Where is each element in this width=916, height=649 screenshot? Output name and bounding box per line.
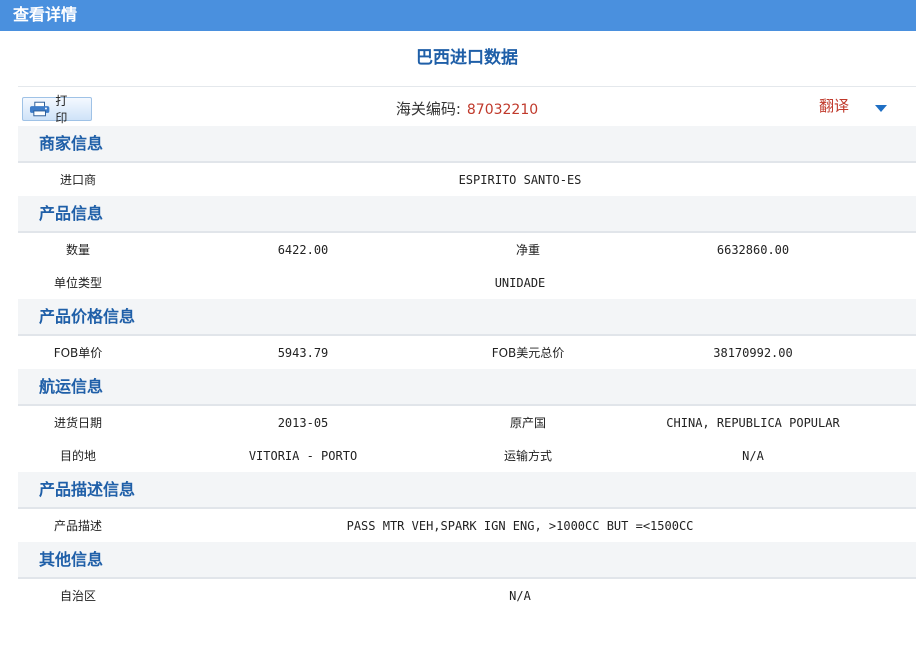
table-row: 进口商 ESPIRITO SANTO-ES bbox=[18, 163, 916, 196]
table-row: 单位类型 UNIDADE bbox=[18, 266, 916, 299]
fob-unit-value: 5943.79 bbox=[277, 346, 329, 360]
unit-type-value: UNIDADE bbox=[494, 276, 546, 290]
import-date-label: 进货日期 bbox=[53, 416, 102, 430]
translate-link[interactable]: 翻译 bbox=[819, 95, 849, 116]
transport-mode-label: 运输方式 bbox=[503, 449, 552, 463]
section-shipping-header: 航运信息 bbox=[18, 369, 916, 406]
table-row: 自治区 N/A bbox=[18, 579, 916, 612]
fob-total-value: 38170992.00 bbox=[713, 346, 793, 360]
detail-panel: 巴西进口数据 打 印 海关编码: 87032210 翻译 商家信息 进口商 ESP… bbox=[18, 31, 916, 612]
fob-total-label: FOB美元总价 bbox=[491, 346, 565, 360]
section-product-header: 产品信息 bbox=[18, 196, 916, 233]
section-price-header: 产品价格信息 bbox=[18, 299, 916, 336]
table-row: 数量 6422.00 净重 6632860.00 bbox=[18, 233, 916, 266]
customs-code-value: 87032210 bbox=[466, 102, 539, 118]
origin-country-label: 原产国 bbox=[509, 416, 546, 430]
section-other-header: 其他信息 bbox=[18, 542, 916, 579]
quantity-label: 数量 bbox=[65, 243, 90, 257]
print-button-label: 打 印 bbox=[55, 94, 71, 125]
customs-code-label: 海关编码: bbox=[395, 100, 461, 118]
product-description-value: PASS MTR VEH,SPARK IGN ENG, >1000CC BUT … bbox=[346, 519, 694, 533]
section-description-header: 产品描述信息 bbox=[18, 472, 916, 509]
destination-value: VITORIA - PORTO bbox=[248, 449, 358, 463]
table-row: 进货日期 2013-05 原产国 CHINA, REPUBLICA POPULA… bbox=[18, 406, 916, 439]
quantity-value: 6422.00 bbox=[277, 243, 329, 257]
customs-code-field: 海关编码: 87032210 bbox=[18, 98, 916, 119]
product-description-label: 产品描述 bbox=[53, 519, 102, 533]
toolbar: 打 印 海关编码: 87032210 翻译 bbox=[18, 87, 916, 126]
table-row: 目的地 VITORIA - PORTO 运输方式 N/A bbox=[18, 439, 916, 472]
window-title-bar: 查看详情 bbox=[0, 0, 916, 31]
region-value: N/A bbox=[509, 589, 531, 603]
region-label: 自治区 bbox=[59, 589, 96, 603]
table-row: FOB单价 5943.79 FOB美元总价 38170992.00 bbox=[18, 336, 916, 369]
triangle-down-icon[interactable] bbox=[875, 105, 887, 112]
window-title: 查看详情 bbox=[13, 5, 78, 24]
printer-icon bbox=[29, 101, 50, 117]
importer-label: 进口商 bbox=[59, 173, 96, 187]
fob-unit-label: FOB单价 bbox=[53, 346, 103, 360]
net-weight-label: 净重 bbox=[515, 243, 540, 257]
print-button[interactable]: 打 印 bbox=[22, 94, 92, 125]
unit-type-label: 单位类型 bbox=[53, 276, 102, 290]
section-merchant-header: 商家信息 bbox=[18, 126, 916, 163]
transport-mode-value: N/A bbox=[742, 449, 764, 463]
page-title: 巴西进口数据 bbox=[18, 31, 916, 87]
table-row: 产品描述 PASS MTR VEH,SPARK IGN ENG, >1000CC… bbox=[18, 509, 916, 542]
destination-label: 目的地 bbox=[59, 449, 96, 463]
net-weight-value: 6632860.00 bbox=[716, 243, 790, 257]
import-date-value: 2013-05 bbox=[277, 416, 329, 430]
origin-country-value: CHINA, REPUBLICA POPULAR bbox=[666, 416, 840, 430]
importer-value: ESPIRITO SANTO-ES bbox=[458, 173, 582, 187]
